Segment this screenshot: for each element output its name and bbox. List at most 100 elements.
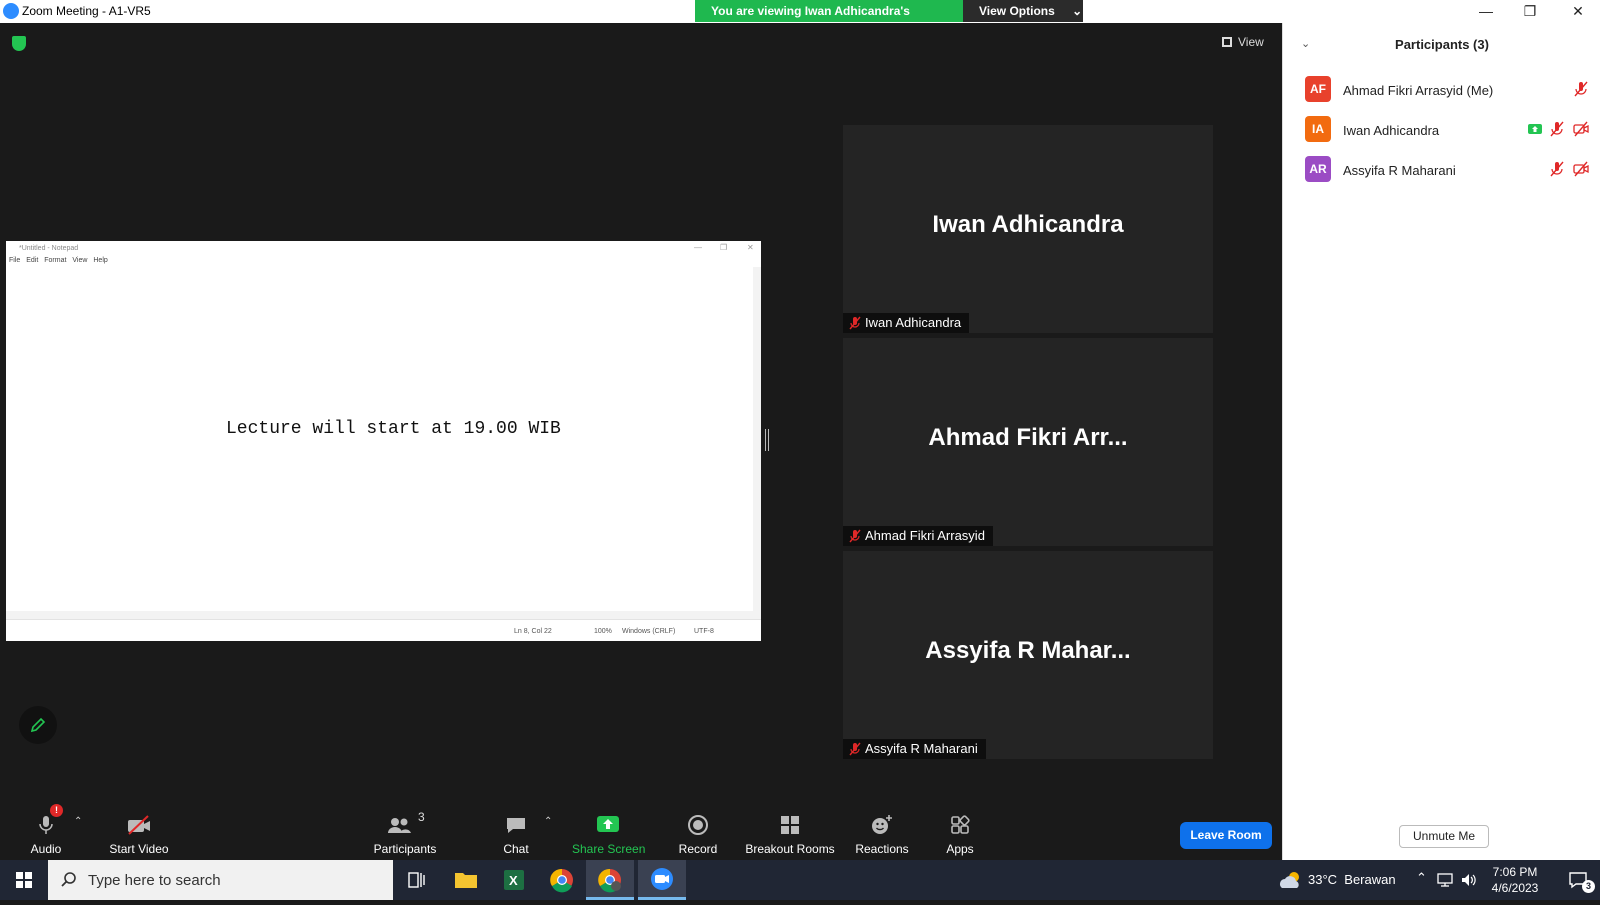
start-video-label: Start Video [109, 842, 169, 856]
video-tile[interactable]: Assyifa R Mahar... Assyifa R Maharani [843, 551, 1213, 759]
apps-icon [951, 815, 970, 834]
close-button[interactable]: ✕ [1556, 0, 1600, 23]
status-encoding: UTF-8 [694, 628, 714, 635]
chat-button[interactable]: Chat [496, 806, 536, 860]
volume-icon[interactable] [1460, 872, 1478, 888]
audio-alert-badge: ! [50, 804, 63, 817]
status-position: Ln 8, Col 22 [514, 628, 552, 635]
shield-icon[interactable] [12, 36, 26, 51]
notepad-minimize-icon: — [694, 243, 702, 252]
avatar: AF [1305, 76, 1331, 102]
taskbar-clock[interactable]: 7:06 PM 4/6/2023 [1480, 864, 1550, 896]
network-icon[interactable] [1436, 872, 1454, 888]
excel-app[interactable]: X [490, 860, 538, 900]
video-tile[interactable]: Iwan Adhicandra Iwan Adhicandra [843, 125, 1213, 333]
annotate-button[interactable] [19, 706, 57, 744]
chrome-app[interactable] [538, 860, 586, 900]
video-tile-name: Ahmad Fikri Arrasyid [865, 528, 985, 543]
task-view-icon [408, 872, 425, 888]
shared-screen[interactable]: *Untitled - Notepad File Edit Format Vie… [6, 241, 761, 641]
status-zoom: 100% [594, 628, 612, 635]
share-screen-icon [1528, 124, 1542, 134]
video-tile[interactable]: Ahmad Fikri Arr... Ahmad Fikri Arrasyid [843, 338, 1213, 546]
start-video-button[interactable]: Start Video [104, 806, 174, 860]
menu-view: View [72, 257, 88, 264]
audio-options-caret-icon[interactable]: ⌃ [74, 816, 82, 827]
notification-count-badge: 3 [1582, 880, 1595, 893]
windows-logo-icon [16, 872, 32, 888]
tray-overflow-chevron-icon[interactable]: ⌃ [1416, 870, 1427, 886]
notepad-restore-icon: ❐ [720, 243, 728, 252]
grid-icon [1222, 37, 1232, 47]
notifications-button[interactable]: 3 [1556, 860, 1600, 900]
microphone-icon [39, 816, 53, 834]
minimize-button[interactable]: — [1464, 0, 1508, 23]
muted-mic-icon[interactable] [1573, 81, 1589, 97]
clock-date: 4/6/2023 [1491, 881, 1539, 895]
share-screen-label: Share Screen [572, 842, 646, 856]
avatar: AR [1305, 156, 1331, 182]
record-icon [688, 815, 708, 835]
breakout-rooms-button[interactable]: Breakout Rooms [744, 806, 836, 860]
chat-options-caret-icon[interactable]: ⌃ [544, 816, 552, 827]
zoom-icon [651, 868, 673, 890]
chrome-profile-app[interactable] [586, 860, 634, 900]
notepad-horizontal-scrollbar [6, 611, 753, 619]
view-options-label: View Options [979, 4, 1055, 18]
meeting-toolbar: ! Audio ⌃ Start Video 3 Participants Cha… [0, 804, 1282, 860]
participant-name: Ahmad Fikri Arrasyid (Me) [1343, 83, 1494, 98]
view-button[interactable]: View [1222, 35, 1264, 49]
zoom-app-icon [3, 3, 19, 19]
file-explorer-app[interactable] [442, 860, 490, 900]
participants-label: Participants [373, 842, 437, 856]
share-screen-icon [597, 816, 619, 832]
chat-icon [507, 818, 525, 833]
participant-row[interactable]: IA Iwan Adhicandra [1305, 110, 1595, 150]
video-tile-name: Assyifa R Maharani [865, 741, 978, 756]
leave-room-button[interactable]: Leave Room [1180, 822, 1272, 849]
split-divider-handle[interactable] [765, 429, 769, 451]
taskbar-search-box[interactable]: Type here to search [48, 860, 393, 900]
restore-button[interactable]: ❐ [1508, 0, 1552, 23]
start-button[interactable] [0, 860, 48, 900]
notepad-vertical-scrollbar [753, 267, 761, 619]
notepad-statusbar: Ln 8, Col 22 100% Windows (CRLF) UTF-8 [6, 619, 761, 641]
chrome-icon [550, 868, 573, 893]
video-tile-namebar: Iwan Adhicandra [843, 313, 970, 333]
participant-row[interactable]: AR Assyifa R Maharani [1305, 150, 1595, 190]
audio-button[interactable]: ! Audio [20, 804, 72, 860]
video-off-icon [1573, 161, 1589, 177]
reactions-label: Reactions [855, 842, 909, 856]
search-icon [61, 872, 76, 887]
weather-cloud-icon [1280, 872, 1299, 888]
audio-label: Audio [30, 842, 62, 856]
reactions-button[interactable]: Reactions [852, 806, 912, 860]
participants-icon [388, 818, 411, 833]
video-tile-display-name: Ahmad Fikri Arr... [928, 424, 1128, 451]
participants-panel: ⌄ Participants (3) AF Ahmad Fikri Arrasy… [1282, 23, 1600, 860]
record-button[interactable]: Record [676, 806, 720, 860]
chrome-icon [598, 868, 621, 893]
video-tile-namebar: Assyifa R Maharani [843, 739, 986, 759]
pencil-icon [30, 717, 46, 733]
viewing-banner: You are viewing Iwan Adhicandra's screen… [695, 0, 1083, 40]
breakout-rooms-icon [781, 816, 799, 834]
status-line-ending: Windows (CRLF) [622, 628, 676, 635]
view-options-button[interactable]: View Options ⌄ [963, 0, 1083, 22]
reactions-icon [872, 815, 892, 834]
muted-mic-icon [1550, 121, 1564, 137]
unmute-me-button[interactable]: Unmute Me [1399, 825, 1489, 848]
task-view-button[interactable] [392, 860, 440, 900]
share-screen-button[interactable]: Share Screen [572, 806, 646, 860]
muted-mic-icon [849, 529, 861, 543]
folder-icon [455, 873, 477, 888]
participant-row[interactable]: AF Ahmad Fikri Arrasyid (Me) [1305, 70, 1595, 110]
weather-text[interactable]: 33°C Berawan [1308, 872, 1396, 887]
participants-button[interactable]: 3 Participants [366, 806, 444, 860]
apps-button[interactable]: Apps [940, 806, 980, 860]
notepad-menu: File Edit Format View Help [9, 257, 108, 264]
zoom-app[interactable] [638, 860, 686, 900]
excel-icon: X [504, 870, 524, 890]
video-tile-display-name: Assyifa R Mahar... [925, 637, 1131, 664]
chat-label: Chat [503, 842, 529, 856]
